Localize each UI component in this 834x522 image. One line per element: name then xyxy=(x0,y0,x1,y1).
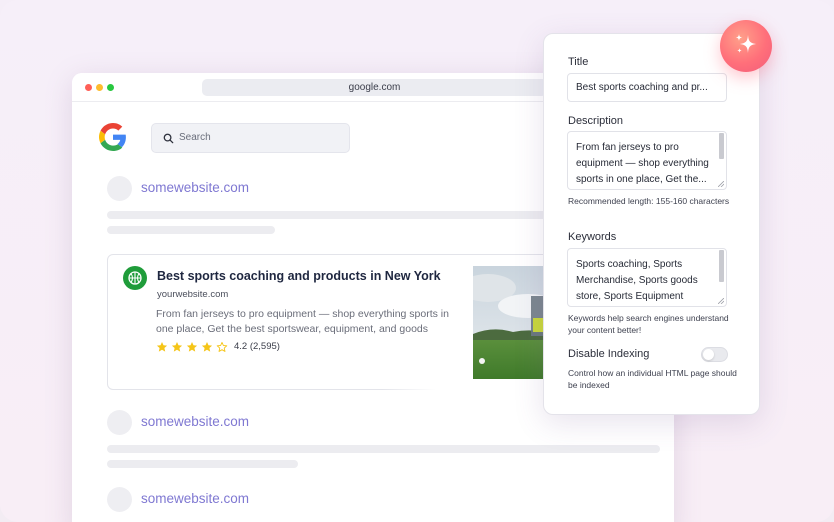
result-description: From fan jerseys to pro equipment — shop… xyxy=(156,308,449,335)
title-field[interactable]: Best sports coaching and pr... xyxy=(567,73,727,102)
canvas: google.com Search somewebsite.com Best s… xyxy=(0,0,834,522)
address-bar[interactable]: google.com xyxy=(202,79,547,96)
toggle-knob xyxy=(703,349,714,360)
keywords-help: Keywords help search engines understand … xyxy=(568,313,729,335)
seo-settings-panel: Title Best sports coaching and pr... Des… xyxy=(543,33,760,415)
site-avatar xyxy=(107,176,132,201)
star-outline-icon xyxy=(216,341,228,352)
result-thumbnail xyxy=(473,266,553,379)
indexing-help: Control how an individual HTML page shou… xyxy=(568,368,737,390)
star-icon xyxy=(156,341,168,352)
maximize-window-dot[interactable] xyxy=(107,84,114,91)
site-avatar xyxy=(107,487,132,512)
skeleton-line xyxy=(107,226,275,234)
card-edge-fade xyxy=(382,383,562,391)
description-field[interactable]: From fan jerseys to pro equipment — shop… xyxy=(567,131,727,190)
skeleton-line xyxy=(107,460,298,468)
resize-handle-icon[interactable] xyxy=(718,298,724,304)
title-field-value: Best sports coaching and pr... xyxy=(576,82,708,93)
description-label: Description xyxy=(568,115,624,127)
result-link[interactable]: somewebsite.com xyxy=(141,491,249,506)
result-link[interactable]: somewebsite.com xyxy=(141,180,249,195)
star-icon xyxy=(201,341,213,352)
result-title[interactable]: Best sports coaching and products in New… xyxy=(157,269,441,283)
star-icon xyxy=(186,341,198,352)
resize-handle-icon[interactable] xyxy=(718,181,724,187)
skeleton-line xyxy=(107,445,660,453)
rating-text: 4.2 (2,595) xyxy=(234,341,280,352)
search-icon xyxy=(163,133,174,144)
basketball-icon xyxy=(123,266,147,290)
ai-sparkle-button[interactable] xyxy=(720,20,772,72)
close-window-dot[interactable] xyxy=(85,84,92,91)
sparkle-icon xyxy=(736,34,756,53)
google-g-icon xyxy=(99,123,126,151)
rating-stars: 4.2 (2,595) xyxy=(156,340,280,353)
description-scrollbar[interactable] xyxy=(719,133,724,159)
minimize-window-dot[interactable] xyxy=(96,84,103,91)
keywords-label: Keywords xyxy=(568,231,617,243)
title-label: Title xyxy=(568,56,589,68)
result-link[interactable]: somewebsite.com xyxy=(141,414,249,429)
indexing-label: Disable Indexing xyxy=(568,348,650,360)
description-field-value: From fan jerseys to pro equipment — shop… xyxy=(576,142,709,185)
site-avatar xyxy=(107,410,132,435)
search-placeholder: Search xyxy=(179,132,211,143)
keywords-field[interactable]: Sports coaching, Sports Merchandise, Spo… xyxy=(567,248,727,307)
result-url[interactable]: yourwebsite.com xyxy=(157,289,228,300)
keywords-scrollbar[interactable] xyxy=(719,250,724,282)
description-help: Recommended length: 155-160 characters xyxy=(568,196,730,206)
keywords-field-value: Sports coaching, Sports Merchandise, Spo… xyxy=(576,259,698,302)
search-input[interactable]: Search xyxy=(151,123,350,153)
star-icon xyxy=(171,341,183,352)
disable-indexing-toggle[interactable] xyxy=(701,347,728,362)
